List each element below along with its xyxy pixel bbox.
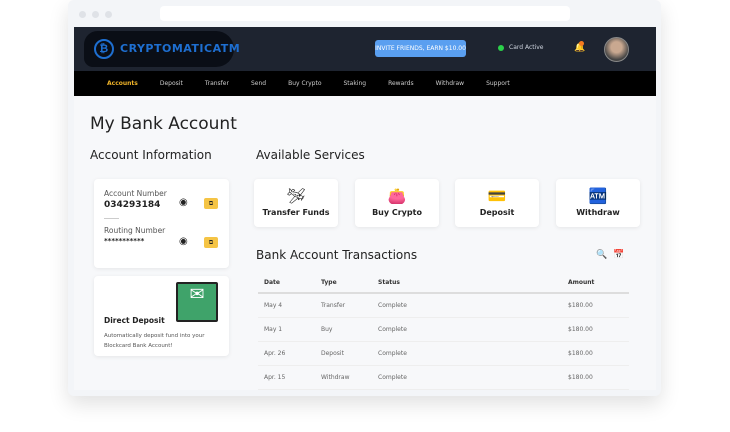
status-dot-icon (498, 44, 504, 51)
notification-badge (579, 41, 584, 46)
account-card: Account Number 034293184 ◉ ⧉ Routing Num… (94, 179, 229, 268)
column-type: Type (315, 272, 372, 294)
nav-withdraw[interactable]: Withdraw (436, 80, 464, 87)
window-dot (79, 11, 86, 18)
invite-friends-button[interactable]: INVITE FRIENDS, EARN $10.00 (375, 40, 466, 57)
nav-rewards[interactable]: Rewards (388, 80, 413, 87)
copy-icon[interactable]: ⧉ (204, 198, 218, 209)
services-heading: Available Services (256, 148, 365, 162)
wallet-icon: 👛 (387, 187, 407, 205)
card-status: Card Active (498, 44, 544, 51)
cell-status: Complete (372, 317, 562, 342)
address-bar[interactable] (160, 6, 570, 21)
divider (104, 218, 119, 219)
routing-number-label: Routing Number (104, 226, 166, 235)
cell-amount: $180.00 (562, 293, 629, 318)
direct-deposit-desc: Automatically deposit fund into your Blo… (104, 333, 205, 349)
transactions-table: Date Type Status Amount May 4 Transfer Com… (258, 272, 629, 390)
service-buy-crypto[interactable]: 👛 Buy Crypto (355, 179, 439, 227)
nav-deposit[interactable]: Deposit (160, 80, 183, 87)
avatar[interactable] (604, 37, 629, 62)
atm-icon: 🏧 (588, 187, 608, 205)
cell-type: Buy (315, 317, 372, 342)
service-deposit[interactable]: 💳 Deposit (455, 179, 539, 227)
cell-amount: $180.00 (562, 317, 629, 342)
direct-deposit-title: Direct Deposit (104, 316, 165, 325)
cell-type: Withdraw (315, 365, 372, 390)
logo-text: CRYPTOMATICATM (120, 42, 241, 55)
eye-icon[interactable]: ◉ (179, 236, 188, 247)
account-number-label: Account Number (104, 189, 167, 198)
nav-buy-crypto[interactable]: Buy Crypto (288, 80, 321, 87)
service-transfer-funds[interactable]: 🛩 Transfer Funds (254, 179, 338, 227)
table-row[interactable]: May 1 Buy Complete $180.00 (258, 317, 629, 342)
routing-number-value: *********** (104, 237, 145, 245)
service-label: Transfer Funds (262, 208, 330, 217)
main-nav: Accounts Deposit Transfer Send Buy Crypt… (74, 71, 656, 96)
bell-icon[interactable]: 🔔 (574, 41, 585, 53)
table-row[interactable]: May 4 Transfer Complete $180.00 (258, 293, 629, 318)
page-title: My Bank Account (90, 114, 237, 134)
account-info-heading: Account Information (90, 148, 212, 162)
calendar-icon[interactable]: 📅 (613, 250, 624, 260)
cell-amount: $180.00 (562, 341, 629, 366)
cell-status: Complete (372, 293, 562, 318)
account-number-value: 034293184 (104, 200, 161, 210)
nav-send[interactable]: Send (251, 80, 266, 87)
nav-transfer[interactable]: Transfer (205, 80, 229, 87)
eye-icon[interactable]: ◉ (179, 197, 188, 208)
cell-type: Deposit (315, 341, 372, 366)
table-row[interactable]: Apr. 15 Withdraw Complete $180.00 (258, 365, 629, 390)
nav-accounts[interactable]: Accounts (107, 80, 138, 87)
window-dot (92, 11, 99, 18)
column-date: Date (258, 272, 315, 294)
cell-date: Apr. 26 (258, 341, 315, 366)
wallet-deposit-icon: 💳 (487, 187, 507, 205)
service-label: Withdraw (576, 208, 620, 217)
cell-status: Complete (372, 341, 562, 366)
column-status: Status (372, 272, 562, 294)
main-content: My Bank Account Account Information Avai… (74, 96, 656, 390)
table-header: Date Type Status Amount (258, 272, 629, 294)
money-envelope-icon: ✉ (176, 282, 218, 322)
transactions-heading: Bank Account Transactions (256, 248, 418, 262)
nav-staking[interactable]: Staking (344, 80, 367, 87)
service-withdraw[interactable]: 🏧 Withdraw (556, 179, 640, 227)
logo[interactable]: ₿ CRYPTOMATICATM (84, 31, 240, 67)
service-label: Buy Crypto (372, 208, 422, 217)
cell-type: Transfer (315, 293, 372, 318)
window-dot (105, 11, 112, 18)
service-label: Deposit (479, 208, 515, 217)
cell-status: Complete (372, 365, 562, 390)
nav-support[interactable]: Support (486, 80, 510, 87)
column-amount: Amount (562, 272, 629, 294)
card-status-label: Card Active (509, 44, 544, 51)
top-header: ₿ CRYPTOMATICATM INVITE FRIENDS, EARN $10… (74, 27, 656, 71)
cell-date: May 1 (258, 317, 315, 342)
direct-deposit-card[interactable]: ✉ Direct Deposit Automatically deposit f… (94, 276, 229, 356)
cell-date: Apr. 15 (258, 365, 315, 390)
cell-amount: $180.00 (562, 365, 629, 390)
cell-date: May 4 (258, 293, 315, 318)
copy-icon[interactable]: ⧉ (204, 237, 218, 248)
search-icon[interactable]: 🔍 (596, 250, 607, 260)
paper-plane-icon: 🛩 (286, 187, 306, 205)
table-row[interactable]: Apr. 26 Deposit Complete $180.00 (258, 341, 629, 366)
